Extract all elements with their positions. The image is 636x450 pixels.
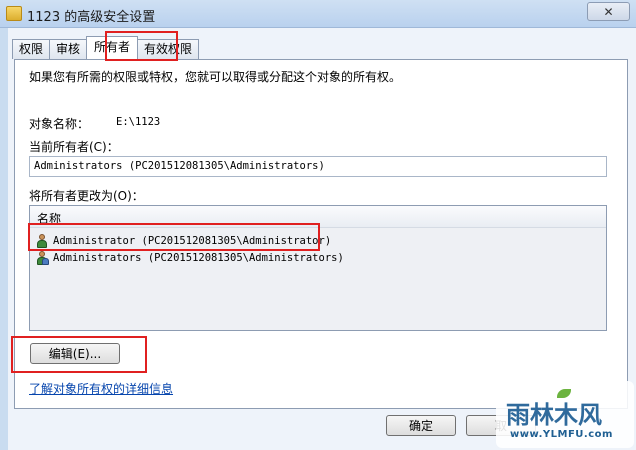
current-owner-label: 当前所有者(C)： — [29, 140, 119, 154]
watermark: 雨林木风 www.YLMFU.com — [496, 381, 634, 448]
owner-tab-highlight-box — [105, 31, 178, 61]
list-item-label: Administrators (PC201512081305\Administr… — [53, 251, 344, 264]
title-bar: 1123 的高级安全设置 ✕ — [0, 0, 636, 28]
current-owner-field[interactable]: Administrators (PC201512081305\Administr… — [29, 156, 607, 177]
watermark-logo: 雨林木风 — [506, 401, 602, 429]
tab-permissions[interactable]: 权限 — [12, 39, 51, 59]
learn-more-link[interactable]: 了解对象所有权的详细信息 — [29, 380, 173, 397]
object-name-label: 对象名称： — [29, 117, 90, 131]
list-item[interactable]: Administrators (PC201512081305\Administr… — [32, 249, 604, 266]
close-icon: ✕ — [603, 4, 614, 19]
close-button[interactable]: ✕ — [587, 2, 630, 21]
object-name-value: E:\1123 — [116, 116, 161, 128]
edit-button-highlight-box — [11, 336, 147, 373]
tab-auditing[interactable]: 审核 — [49, 39, 88, 59]
change-owner-label: 将所有者更改为(O)： — [29, 189, 144, 203]
window-title: 1123 的高级安全设置 — [27, 10, 156, 25]
ok-button[interactable]: 确定 — [386, 415, 456, 436]
administrator-row-highlight-box — [28, 223, 320, 251]
intro-text: 如果您有所需的权限或特权，您就可以取得或分配这个对象的所有权。 — [29, 70, 402, 84]
folder-icon — [6, 6, 22, 21]
watermark-url: www.YLMFU.com — [510, 429, 613, 440]
group-icon — [35, 250, 49, 265]
